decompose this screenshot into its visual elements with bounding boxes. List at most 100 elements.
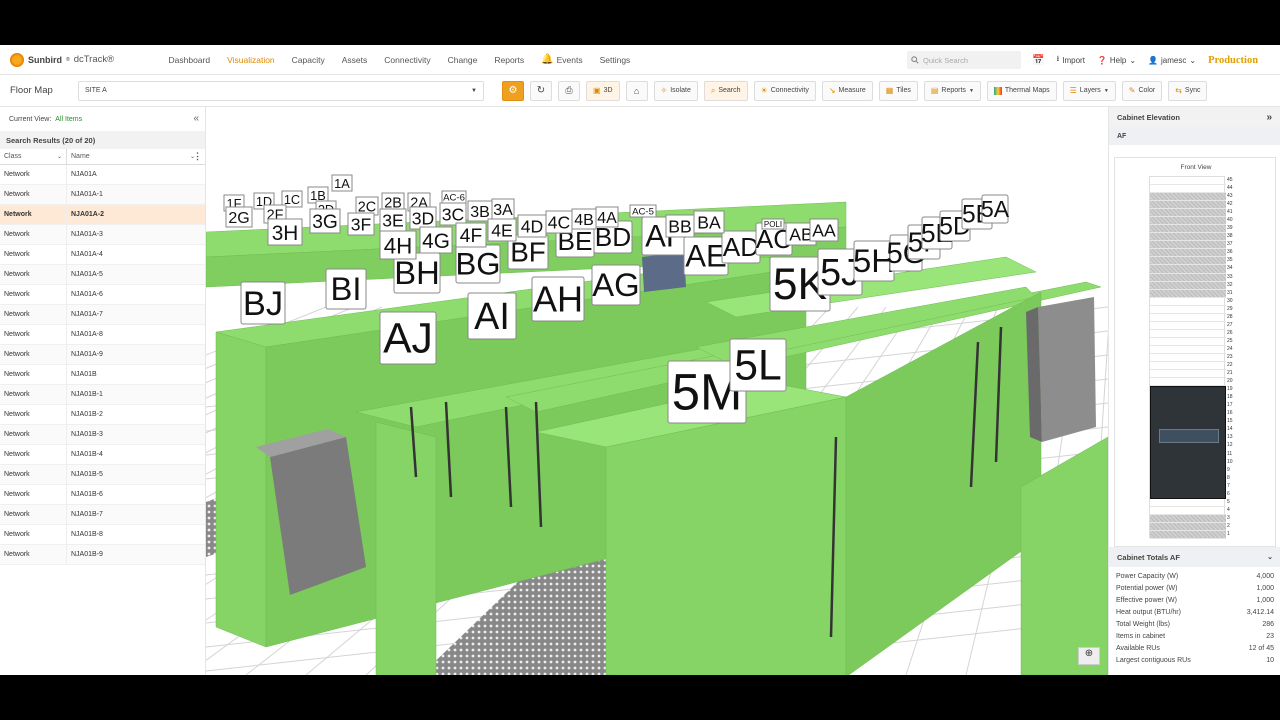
rack-unit[interactable] xyxy=(1150,306,1226,314)
table-row[interactable]: Network NJA01B-6 xyxy=(0,484,205,505)
cabinet-label-4h[interactable]: 4H xyxy=(379,230,417,260)
nav-dashboard[interactable]: Dashboard xyxy=(160,54,219,65)
nav-reports[interactable]: Reports xyxy=(486,54,533,65)
rack-unit[interactable] xyxy=(1150,322,1226,330)
rack-unit[interactable] xyxy=(1150,257,1226,266)
table-row[interactable]: Network NJA01A-4 xyxy=(0,244,205,265)
rack-unit[interactable] xyxy=(1150,177,1226,186)
table-row[interactable]: Network NJA01B-4 xyxy=(0,444,205,465)
cabinet-label-ah[interactable]: AH xyxy=(531,276,585,322)
home-button[interactable]: ⌂ xyxy=(625,80,648,101)
calendar-icon[interactable]: 📅 xyxy=(1032,55,1044,66)
rack-unit[interactable] xyxy=(1150,265,1226,274)
floor-map-3d-viewport[interactable]: BJ BI AJ BH AI BG AH AG BF BE BD AF AE AD AC 5K 5J 5H 5M 5L… xyxy=(206,107,1108,675)
table-row[interactable]: Network NJA01A-6 xyxy=(0,284,205,305)
brand-logo[interactable]: Sunbird ® dcTrack® xyxy=(10,52,140,67)
collapse-left-icon[interactable]: « xyxy=(193,113,199,124)
import-button[interactable]: ⭳ Import xyxy=(1056,53,1084,67)
rack-unit[interactable] xyxy=(1150,201,1226,210)
isolate-button[interactable]: ✧ Isolate xyxy=(653,80,698,101)
cabinet-label-2g[interactable]: 2G xyxy=(225,206,253,228)
rack-unit[interactable] xyxy=(1150,185,1226,194)
nav-settings[interactable]: Settings xyxy=(591,54,639,65)
connectivity-button[interactable]: ☀ Connectivity xyxy=(753,80,816,101)
cabinet-label-bj[interactable]: BJ xyxy=(240,281,286,325)
rack-unit[interactable] xyxy=(1150,298,1226,306)
column-name[interactable]: Name ⌄ xyxy=(67,153,205,160)
collapse-right-icon[interactable]: » xyxy=(1266,112,1272,123)
search-button[interactable]: ⌕ Search xyxy=(703,80,748,101)
floor-scene[interactable]: BJ BIAJBHAIBGAH AGBF BE BD AFAEADAC5K5J5H5M5L… xyxy=(206,107,1108,675)
rack-unit[interactable] xyxy=(1150,314,1226,322)
user-menu[interactable]: 👤 jamesc ⌄ xyxy=(1148,56,1196,65)
table-row[interactable]: Network NJA01B-9 xyxy=(0,544,205,565)
cabinet-af-device[interactable] xyxy=(642,252,686,292)
table-row[interactable]: Network NJA01A-3 xyxy=(0,224,205,245)
color-button[interactable]: ✎ Color xyxy=(1121,80,1163,101)
table-row[interactable]: Network NJA01B-5 xyxy=(0,464,205,485)
rack-elevation[interactable] xyxy=(1149,176,1226,539)
refresh-button[interactable]: ↻ xyxy=(530,80,552,101)
view-3d-button[interactable]: ▣ 3D xyxy=(586,80,620,101)
cabinet-label-bi[interactable]: BI xyxy=(325,268,367,310)
table-row[interactable]: Network NJA01B-7 xyxy=(0,504,205,525)
cabinet-label-aj[interactable]: AJ xyxy=(379,311,437,365)
cabinet-label-bb[interactable]: BB xyxy=(665,214,695,238)
cabinet-label-4f[interactable]: 4F xyxy=(455,222,487,248)
cabinet-label-4e[interactable]: 4E xyxy=(487,218,517,242)
rack-unit[interactable] xyxy=(1150,507,1226,515)
measure-button[interactable]: ↘ Measure xyxy=(821,80,873,101)
table-row[interactable]: Network NJA01B-3 xyxy=(0,424,205,445)
cabinet-label-3a[interactable]: 3A xyxy=(491,198,515,220)
rack-unit[interactable] xyxy=(1150,209,1226,218)
table-row[interactable]: Network NJA01B-8 xyxy=(0,524,205,545)
layers-button[interactable]: ☰ Layers ▼ xyxy=(1062,80,1116,101)
rack-unit[interactable] xyxy=(1150,338,1226,346)
table-row[interactable]: Network NJA01B-2 xyxy=(0,404,205,425)
cabinet-elevation-view[interactable]: Front View 45 44 43 42 41 40 39 38 37 36 35 34 33 32 3… xyxy=(1114,157,1276,547)
cabinet-label-5a[interactable]: 5A xyxy=(981,194,1010,224)
nav-visualization[interactable]: Visualization xyxy=(219,54,284,65)
cabinet-label-3h[interactable]: 3H xyxy=(267,218,303,246)
help-menu[interactable]: ❓ Help ⌄ xyxy=(1097,56,1136,65)
nav-assets[interactable]: Assets xyxy=(333,54,376,65)
rack-unit[interactable] xyxy=(1150,249,1226,258)
nav-change[interactable]: Change xyxy=(439,54,486,65)
column-class[interactable]: Class ⌄ xyxy=(0,148,67,165)
rack-unit[interactable] xyxy=(1150,354,1226,362)
cabinet-label-3c[interactable]: 3C xyxy=(439,202,467,226)
cabinet-label-ai[interactable]: AI xyxy=(467,292,517,340)
sync-button[interactable]: ⇆ Sync xyxy=(1168,80,1208,101)
nav-capacity[interactable]: Capacity xyxy=(283,54,333,65)
cabinet-label-aa[interactable]: AA xyxy=(809,218,839,242)
rack-row-a-end[interactable] xyxy=(375,421,437,675)
rack-unit[interactable] xyxy=(1150,346,1226,354)
table-row[interactable]: Network NJA01A xyxy=(0,164,205,185)
rack-unit[interactable] xyxy=(1150,289,1226,298)
nav-connectivity[interactable]: Connectivity xyxy=(376,54,439,65)
rack-unit[interactable] xyxy=(1150,273,1226,282)
rack-unit[interactable] xyxy=(1150,370,1226,379)
cabinet-label-4b[interactable]: 4B xyxy=(571,208,597,230)
rack-unit[interactable] xyxy=(1150,330,1226,338)
nav-events[interactable]: 🔔 Events xyxy=(533,54,591,65)
cabinet-label-ad[interactable]: AD xyxy=(721,230,761,264)
current-view-link[interactable]: All Items xyxy=(55,116,82,123)
rack-row-b-end[interactable] xyxy=(215,331,267,648)
table-row[interactable]: Network NJA01A-1 xyxy=(0,184,205,205)
table-row[interactable]: Network NJA01A-2 xyxy=(0,204,205,225)
table-row[interactable]: Network NJA01A-8 xyxy=(0,324,205,345)
quick-search-input[interactable]: Quick Search xyxy=(907,51,1021,69)
site-select[interactable]: SITE A ▼ xyxy=(78,80,484,101)
cabinet-label-ac-5[interactable]: AC-5 xyxy=(629,204,657,218)
cabinet-label-3b[interactable]: 3B xyxy=(467,200,493,222)
rack-unit[interactable] xyxy=(1150,522,1226,531)
zoom-in-button[interactable]: ⊕ xyxy=(1078,647,1100,665)
installed-device[interactable] xyxy=(1150,386,1226,499)
cabinet-label-1a[interactable]: 1A xyxy=(331,174,353,192)
cabinet-label-ae[interactable]: AE xyxy=(683,236,729,276)
table-row[interactable]: Network NJA01A-5 xyxy=(0,264,205,285)
cabinet-label-3e[interactable]: 3E xyxy=(379,208,407,232)
table-row[interactable]: Network NJA01B xyxy=(0,364,205,385)
rack-unit[interactable] xyxy=(1150,281,1226,290)
